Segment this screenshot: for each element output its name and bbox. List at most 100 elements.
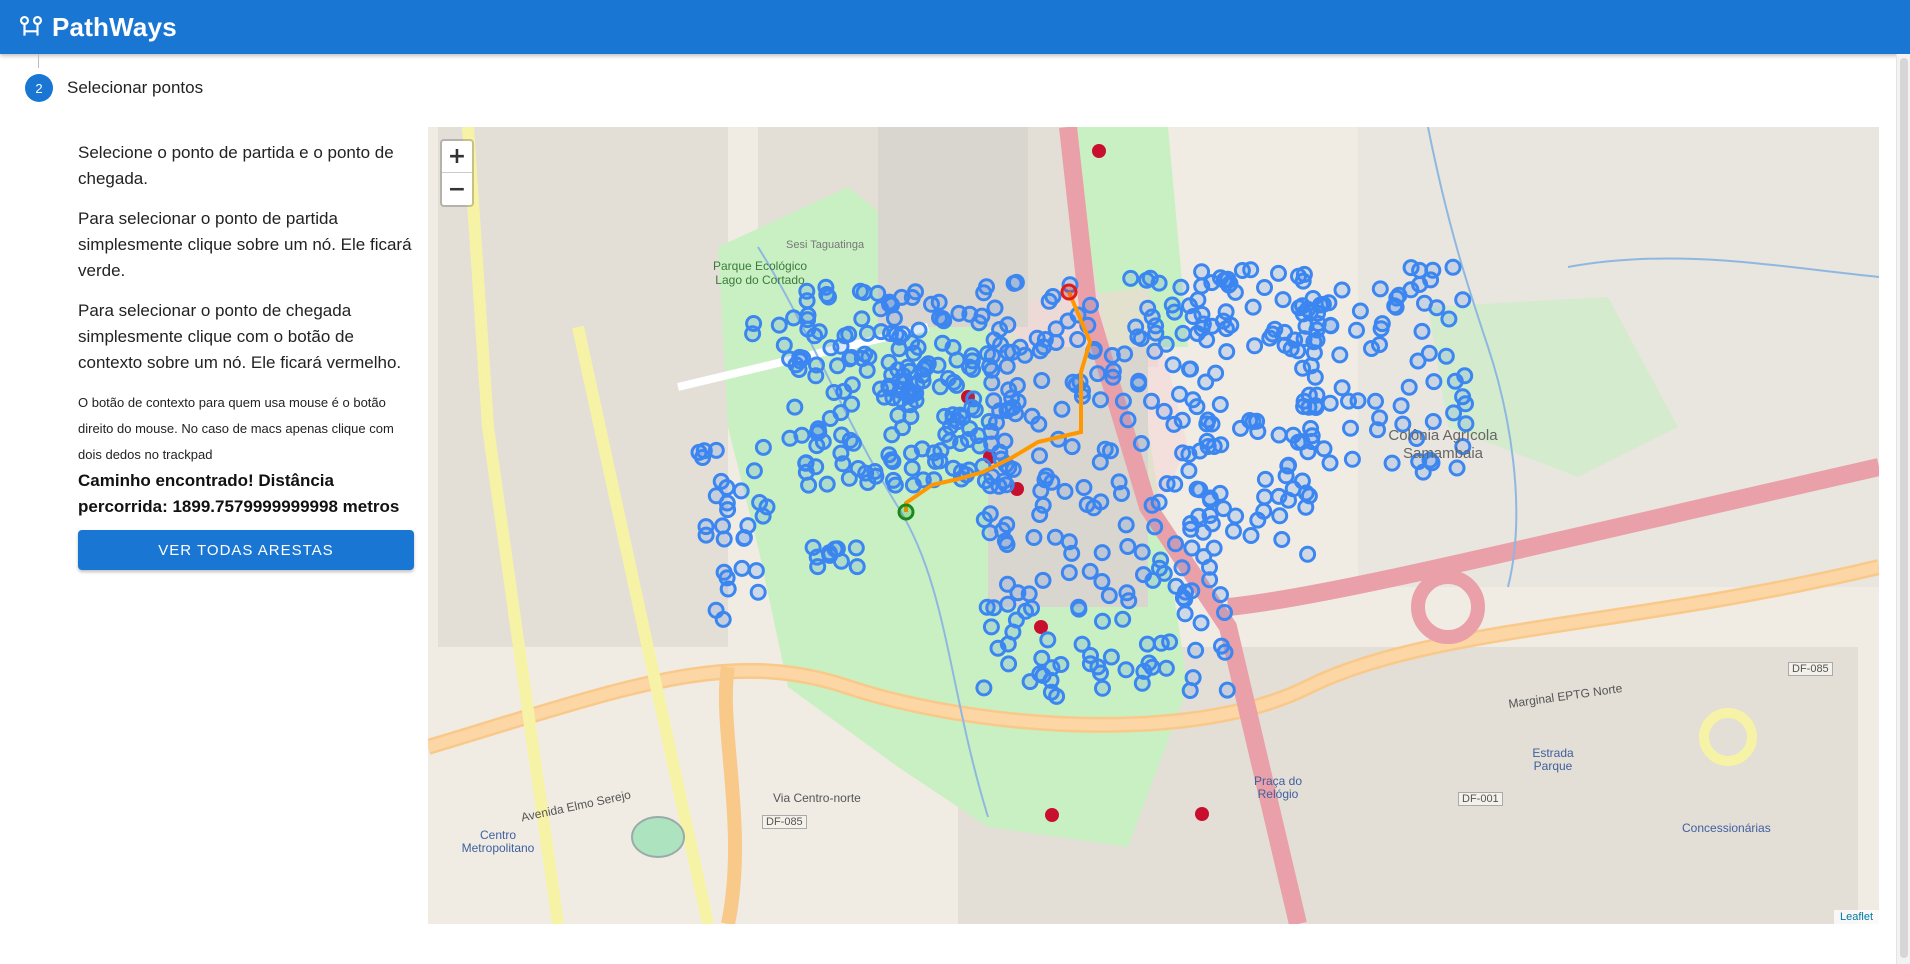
graph-node[interactable]	[1331, 346, 1349, 364]
graph-node[interactable]	[1094, 679, 1111, 697]
graph-node[interactable]	[913, 440, 931, 458]
graph-node[interactable]	[1183, 539, 1201, 557]
graph-node[interactable]	[885, 309, 903, 327]
graph-node[interactable]	[1092, 391, 1109, 409]
graph-node[interactable]	[1400, 378, 1418, 396]
graph-node[interactable]	[883, 451, 900, 469]
graph-node[interactable]	[1293, 472, 1311, 490]
graph-node[interactable]	[980, 413, 998, 430]
graph-node[interactable]	[1198, 415, 1216, 433]
graph-node[interactable]	[902, 408, 920, 425]
graph-node[interactable]	[1025, 529, 1043, 546]
graph-node[interactable]	[1166, 303, 1183, 321]
map-attribution[interactable]: Leaflet	[1833, 910, 1879, 924]
graph-node[interactable]	[791, 348, 809, 366]
graph-node[interactable]	[1009, 584, 1027, 602]
graph-node[interactable]	[1167, 535, 1184, 553]
graph-node[interactable]	[817, 278, 835, 296]
graph-node[interactable]	[1034, 571, 1052, 589]
graph-node[interactable]	[1046, 528, 1064, 546]
zoom-in-button[interactable]: +	[442, 141, 472, 173]
graph-node[interactable]	[818, 475, 836, 493]
graph-node[interactable]	[1444, 258, 1462, 276]
graph-node[interactable]	[1322, 316, 1339, 334]
graph-node[interactable]	[1295, 265, 1313, 283]
graph-node[interactable]	[1034, 496, 1052, 514]
graph-node[interactable]	[1187, 641, 1205, 659]
graph-node[interactable]	[1033, 372, 1051, 389]
graph-node[interactable]	[1199, 438, 1217, 455]
graph-node[interactable]	[1176, 590, 1194, 608]
graph-node[interactable]	[978, 278, 995, 296]
graph-node[interactable]	[1409, 352, 1427, 370]
graph-node[interactable]	[1164, 356, 1182, 374]
graph-node[interactable]	[963, 398, 981, 416]
graph-node[interactable]	[1104, 362, 1122, 380]
graph-node[interactable]	[935, 312, 953, 330]
graph-node[interactable]	[1114, 610, 1132, 628]
graph-node[interactable]	[1363, 340, 1380, 357]
graph-node[interactable]	[880, 353, 898, 371]
graph-node[interactable]	[832, 552, 850, 570]
graph-node[interactable]	[1448, 459, 1466, 477]
graph-node[interactable]	[1132, 435, 1150, 452]
graph-node[interactable]	[1042, 683, 1060, 701]
graph-node[interactable]	[1122, 269, 1140, 287]
graph-node[interactable]	[961, 358, 978, 376]
graph-node[interactable]	[997, 476, 1015, 494]
graph-node[interactable]	[807, 458, 825, 476]
graph-node[interactable]	[707, 601, 725, 619]
graph-node[interactable]	[903, 459, 921, 477]
graph-node[interactable]	[1218, 681, 1236, 699]
graph-node[interactable]	[1188, 398, 1206, 416]
graph-node[interactable]	[1117, 516, 1135, 534]
graph-node[interactable]	[1094, 612, 1111, 630]
graph-node[interactable]	[1320, 294, 1338, 312]
graph-node[interactable]	[1348, 321, 1365, 339]
graph-node[interactable]	[1141, 269, 1159, 287]
graph-node[interactable]	[1270, 487, 1288, 505]
graph-node[interactable]	[1246, 337, 1264, 355]
graph-node[interactable]	[1089, 365, 1107, 383]
graph-node[interactable]	[1180, 445, 1198, 463]
graph-node[interactable]	[1082, 296, 1099, 314]
graph-node[interactable]	[1135, 662, 1153, 680]
graph-node[interactable]	[1031, 447, 1048, 465]
graph-node[interactable]	[751, 494, 769, 511]
map-container[interactable]: Parque Ecológico Lago do Cortado Colônia…	[428, 127, 1879, 924]
graph-node[interactable]	[1133, 543, 1151, 561]
graph-node[interactable]	[856, 345, 874, 363]
graph-node[interactable]	[1176, 605, 1194, 623]
graph-node[interactable]	[747, 562, 765, 580]
graph-node[interactable]	[1343, 450, 1361, 468]
graph-node[interactable]	[1036, 331, 1054, 348]
graph-node[interactable]	[1273, 531, 1291, 548]
graph-node[interactable]	[836, 327, 854, 345]
graph-node[interactable]	[859, 474, 877, 491]
graph-node[interactable]	[999, 635, 1017, 653]
graph-node[interactable]	[932, 442, 950, 460]
graph-node[interactable]	[835, 382, 853, 400]
graph-node[interactable]	[1289, 433, 1307, 451]
page-scrollbar[interactable]	[1896, 54, 1910, 964]
graph-node[interactable]	[1102, 648, 1120, 666]
graph-node[interactable]	[1428, 299, 1446, 317]
graph-node[interactable]	[1227, 507, 1245, 525]
graph-node[interactable]	[1103, 347, 1121, 364]
graph-node[interactable]	[1173, 559, 1191, 577]
graph-node[interactable]	[1117, 661, 1135, 679]
graph-node[interactable]	[1143, 392, 1160, 410]
graph-node[interactable]	[1119, 411, 1137, 429]
graph-node[interactable]	[1023, 407, 1041, 425]
graph-node[interactable]	[1294, 359, 1312, 377]
graph-node[interactable]	[735, 529, 753, 547]
start-node[interactable]	[897, 503, 915, 521]
graph-node[interactable]	[1118, 584, 1136, 602]
graph-node[interactable]	[1189, 291, 1207, 309]
graph-node[interactable]	[1044, 288, 1062, 305]
graph-node[interactable]	[1422, 271, 1440, 289]
graph-node[interactable]	[1274, 291, 1292, 309]
graph-node[interactable]	[694, 449, 712, 466]
graph-node[interactable]	[858, 324, 876, 342]
graph-node[interactable]	[1372, 320, 1390, 338]
